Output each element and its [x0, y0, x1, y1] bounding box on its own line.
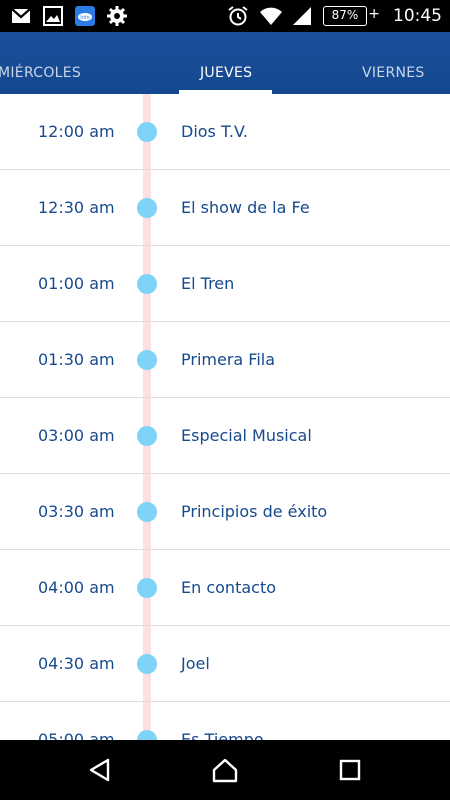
program-title: Primera Fila	[181, 350, 276, 369]
navigation-bar	[0, 740, 450, 800]
program-title: El show de la Fe	[181, 198, 310, 217]
program-title: Especial Musical	[181, 426, 312, 445]
time-label: 12:00 am	[38, 122, 115, 141]
settings-icon	[106, 5, 128, 27]
schedule-row[interactable]: 05:00 am Es Tiempo	[0, 702, 450, 740]
alarm-icon	[227, 5, 249, 27]
timeline-dot	[137, 350, 157, 370]
timeline-dot	[137, 274, 157, 294]
timeline-dot	[137, 578, 157, 598]
status-bar: Info 87% 10:45	[0, 0, 450, 32]
svg-text:Info: Info	[80, 15, 89, 21]
time-label: 03:30 am	[38, 502, 115, 521]
tab-jueves[interactable]: JUEVES	[200, 65, 252, 81]
timeline-dot	[137, 122, 157, 142]
timeline-dot	[137, 654, 157, 674]
back-icon[interactable]	[86, 756, 114, 784]
tab-viernes[interactable]: VIERNES	[362, 65, 425, 81]
time-label: 01:00 am	[38, 274, 115, 293]
time-label: 04:00 am	[38, 578, 115, 597]
program-title: Principios de éxito	[181, 502, 328, 521]
time-label: 04:30 am	[38, 654, 115, 673]
recent-apps-icon[interactable]	[336, 756, 364, 784]
schedule-row[interactable]: 04:30 am Joel	[0, 626, 450, 702]
time-label: 12:30 am	[38, 198, 115, 217]
program-title: Es Tiempo	[181, 730, 264, 740]
timeline-dot	[137, 198, 157, 218]
time-label: 05:00 am	[38, 730, 115, 740]
schedule-row[interactable]: 01:30 am Primera Fila	[0, 322, 450, 398]
wifi-icon	[259, 5, 282, 27]
timeline-dot	[137, 426, 157, 446]
program-title: El Tren	[181, 274, 235, 293]
gallery-icon	[42, 5, 64, 27]
schedule-row[interactable]: 12:00 am Dios T.V.	[0, 94, 450, 170]
clock: 10:45	[393, 6, 442, 26]
signal-icon	[291, 5, 313, 27]
day-tab-bar: MIÉRCOLES JUEVES VIERNES	[0, 32, 450, 94]
gmail-icon	[10, 5, 32, 27]
time-label: 01:30 am	[38, 350, 115, 369]
battery-icon: 87%	[323, 6, 380, 26]
cloud-icon: Info	[74, 5, 96, 27]
tab-miercoles[interactable]: MIÉRCOLES	[0, 65, 81, 81]
timeline-dot	[137, 730, 157, 740]
schedule-list[interactable]: 12:00 am Dios T.V. 12:30 am El show de l…	[0, 94, 450, 740]
schedule-row[interactable]: 01:00 am El Tren	[0, 246, 450, 322]
schedule-row[interactable]: 04:00 am En contacto	[0, 550, 450, 626]
schedule-row[interactable]: 12:30 am El show de la Fe	[0, 170, 450, 246]
timeline-dot	[137, 502, 157, 522]
schedule-row[interactable]: 03:00 am Especial Musical	[0, 398, 450, 474]
program-title: Joel	[181, 654, 210, 673]
time-label: 03:00 am	[38, 426, 115, 445]
schedule-row[interactable]: 03:30 am Principios de éxito	[0, 474, 450, 550]
program-title: En contacto	[181, 578, 276, 597]
program-title: Dios T.V.	[181, 122, 248, 141]
home-icon[interactable]	[211, 756, 239, 784]
